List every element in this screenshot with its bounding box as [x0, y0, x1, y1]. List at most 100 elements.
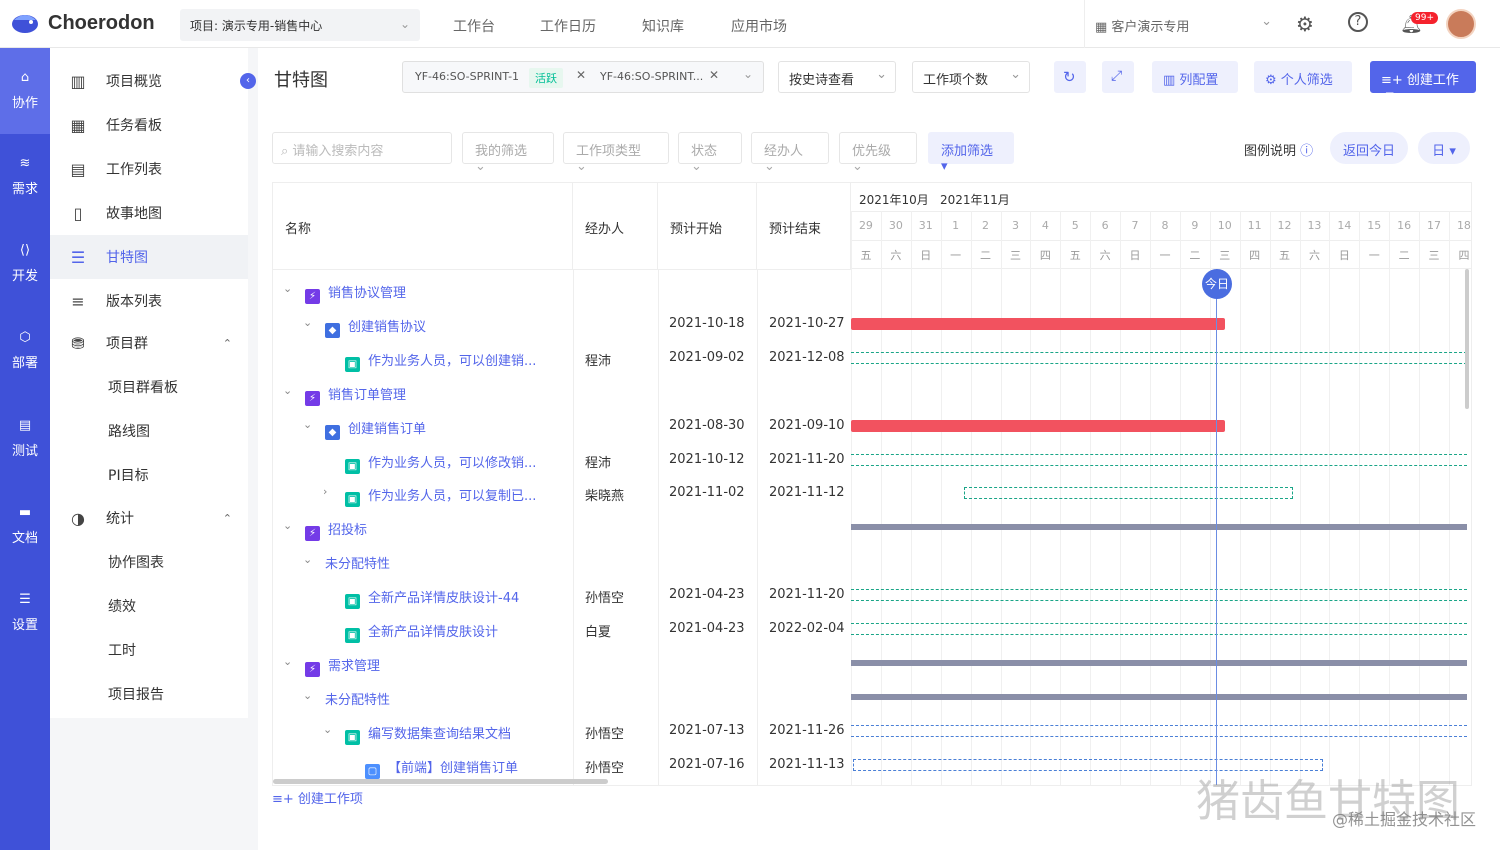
collapse-icon[interactable]: ⌄	[303, 316, 312, 329]
row-name[interactable]: ◆ 创建销售协议	[325, 316, 426, 338]
issue-bar[interactable]	[964, 487, 1293, 500]
horizontal-scrollbar[interactable]	[273, 779, 608, 784]
row-name[interactable]: ◆ 创建销售订单	[325, 418, 426, 440]
menu-report[interactable]: 项目报告	[50, 672, 248, 716]
create-issue-link[interactable]: ≡+ 创建工作项	[272, 788, 363, 807]
view-by-select[interactable]: 按史诗查看 ⌄	[778, 61, 896, 93]
legend-link[interactable]: 图例说明 ⓘ	[1244, 140, 1313, 159]
collapse-icon[interactable]: ⌄	[283, 384, 292, 397]
row-name[interactable]: ▣ 作为业务人员，可以修改销...	[345, 452, 536, 474]
table-row[interactable]: ▣ 作为业务人员，可以创建销... 程沛 2021-09-02 2021-12-08	[273, 341, 851, 375]
menu-board[interactable]: ▦ 任务看板	[50, 103, 248, 147]
table-row[interactable]: ⌄ ◆ 创建销售协议 2021-10-18 2021-10-27	[273, 307, 851, 341]
menu-overview[interactable]: ▥ 项目概览	[50, 59, 248, 103]
row-name[interactable]: ⚡ 需求管理	[305, 655, 380, 677]
collapse-icon[interactable]: ⌄	[303, 418, 312, 431]
table-row[interactable]: ▣ 全新产品详情皮肤设计 白夏 2021-04-23 2022-02-04	[273, 612, 851, 646]
issue-bar[interactable]	[851, 589, 1467, 602]
collapse-icon[interactable]: ⌄	[303, 553, 312, 566]
filter-type[interactable]: 工作项类型 ⌄	[563, 132, 669, 174]
issue-bar[interactable]	[851, 623, 1467, 635]
menu-versions[interactable]: ≡ 版本列表	[50, 279, 248, 323]
menu-gantt[interactable]: ☰ 甘特图	[50, 235, 248, 279]
header-start[interactable]: 预计开始	[658, 183, 757, 269]
menu-program-board[interactable]: 项目群看板	[50, 365, 248, 409]
rail-deploy[interactable]: ⬡ 部署	[0, 330, 50, 371]
rail-collab[interactable]: ⌂ 协作	[0, 48, 50, 134]
personal-filter-button[interactable]: ⚙ 个人筛选	[1254, 61, 1352, 93]
nav-workbench[interactable]: 工作台	[453, 16, 495, 36]
issue-bar[interactable]	[851, 724, 1467, 737]
row-name[interactable]: ▣ 作为业务人员，可以创建销...	[345, 350, 536, 372]
menu-pi-goals[interactable]: PI目标	[50, 453, 248, 497]
header-end[interactable]: 预计结束	[757, 183, 851, 269]
filter-status[interactable]: 状态 ⌄	[678, 132, 742, 174]
gear-icon[interactable]: ⚙	[1296, 12, 1314, 36]
collapse-menu-icon[interactable]: ‹	[240, 73, 256, 89]
collapse-icon[interactable]: ⌄	[303, 689, 312, 702]
filter-mine[interactable]: 我的筛选 ⌄	[462, 132, 554, 174]
client-select[interactable]: ▦ 客户演示专用 ⌄	[1084, 0, 1284, 48]
sprint-select[interactable]: YF-46:SO-SPRINT-1 活跃 ✕ YF-46:SO-SPRINT..…	[402, 61, 764, 93]
vertical-scrollbar[interactable]	[1465, 269, 1469, 409]
header-assignee[interactable]: 经办人	[573, 183, 658, 269]
collapse-icon[interactable]: ⌄	[283, 655, 292, 668]
table-row[interactable]: ⌄ ▣ 编写数据集查询结果文档 孙悟空 2021-07-13 2021-11-26	[273, 714, 851, 748]
rail-test[interactable]: ▤ 测试	[0, 418, 50, 459]
row-name[interactable]: ▢ 【前端】创建销售订单	[365, 757, 518, 779]
collapse-icon[interactable]: ⌄	[323, 723, 332, 736]
menu-storymap[interactable]: ▯ 故事地图	[50, 191, 248, 235]
avatar[interactable]	[1446, 9, 1476, 39]
table-row[interactable]: ▣ 作为业务人员，可以修改销... 程沛 2021-10-12 2021-11-20	[273, 443, 851, 477]
table-row[interactable]: ⌄ ⚡ 需求管理	[273, 646, 851, 680]
table-row[interactable]: ▣ 全新产品详情皮肤设计-44 孙悟空 2021-04-23 2021-11-20	[273, 578, 851, 612]
menu-stats[interactable]: ◑ 统计 ⌃	[50, 496, 248, 540]
help-icon[interactable]: ?	[1348, 12, 1368, 32]
menu-roadmap[interactable]: 路线图	[50, 409, 248, 453]
epic-bar[interactable]	[851, 659, 1467, 666]
nav-calendar[interactable]: 工作日历	[540, 16, 596, 36]
row-name[interactable]: ⚡ 招投标	[305, 519, 367, 542]
create-issue-button[interactable]: ≡+ 创建工作项	[1370, 61, 1476, 107]
row-name[interactable]: 未分配特性	[325, 553, 390, 572]
table-row[interactable]: ⌄ ◆ 创建销售订单 2021-08-30 2021-09-10	[273, 409, 851, 443]
feature-bar[interactable]	[851, 419, 1225, 432]
fullscreen-button[interactable]: ⤢	[1102, 61, 1134, 93]
menu-collab-chart[interactable]: 协作图表	[50, 540, 248, 584]
table-row[interactable]: ⌄ 未分配特性	[273, 680, 851, 714]
row-name[interactable]: ⚡ 销售协议管理	[305, 282, 406, 304]
refresh-button[interactable]: ↻	[1054, 61, 1086, 93]
issue-bar[interactable]	[851, 351, 1467, 364]
row-name[interactable]: ⚡ 销售订单管理	[305, 384, 406, 406]
rail-settings[interactable]: ☰ 设置	[0, 592, 50, 633]
back-to-today-button[interactable]: 返回今日	[1330, 132, 1408, 164]
table-row[interactable]: ⌄ ⚡ 销售订单管理	[273, 375, 851, 409]
logo[interactable]: Choerodon	[10, 10, 155, 36]
feature-bar[interactable]	[851, 317, 1225, 330]
count-select[interactable]: 工作项个数 ⌄	[912, 61, 1030, 93]
epic-bar[interactable]	[851, 524, 1467, 531]
row-name[interactable]: ▣ 全新产品详情皮肤设计	[345, 621, 498, 643]
row-name[interactable]: 未分配特性	[325, 689, 390, 708]
expand-icon[interactable]: ›	[323, 485, 327, 498]
menu-worklist[interactable]: ▤ 工作列表	[50, 147, 248, 191]
epic-bar[interactable]	[851, 693, 1467, 700]
table-row[interactable]: › ▣ 作为业务人员，可以复制已... 柴晓燕 2021-11-02 2021-11-12	[273, 476, 851, 510]
menu-performance[interactable]: 绩效	[50, 584, 248, 628]
row-name[interactable]: ▣ 编写数据集查询结果文档	[345, 723, 511, 745]
menu-program[interactable]: ⛃ 项目群 ⌃	[50, 321, 248, 365]
nav-knowledge[interactable]: 知识库	[642, 16, 684, 36]
close-icon[interactable]: ✕	[709, 68, 719, 82]
add-filter-button[interactable]: 添加筛选 ▾	[928, 132, 1014, 174]
table-row[interactable]: ⌄ 未分配特性	[273, 544, 851, 578]
row-name[interactable]: ▣ 全新产品详情皮肤设计-44	[345, 587, 519, 610]
project-select[interactable]: 项目: 演示专用-销售中心 ⌄	[180, 9, 420, 41]
rail-requirement[interactable]: ≋ 需求	[0, 156, 50, 197]
table-row[interactable]: ⌄ ⚡ 销售协议管理	[273, 273, 851, 307]
collapse-icon[interactable]: ⌄	[283, 282, 292, 295]
rail-develop[interactable]: ⟨⟩ 开发	[0, 243, 50, 284]
table-row[interactable]: ⌄ ⚡ 招投标	[273, 510, 851, 544]
issue-bar[interactable]	[851, 453, 1467, 466]
filter-priority[interactable]: 优先级 ⌄	[839, 132, 917, 174]
filter-assignee[interactable]: 经办人 ⌄	[751, 132, 829, 174]
